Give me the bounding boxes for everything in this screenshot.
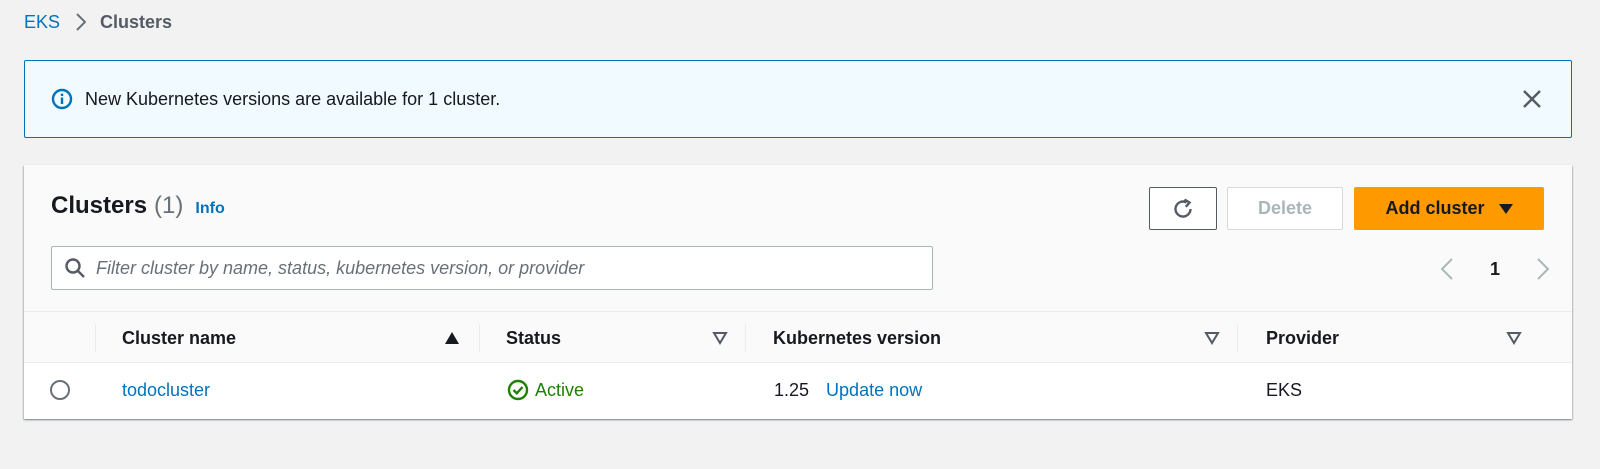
add-cluster-button[interactable]: Add cluster: [1354, 187, 1544, 230]
cluster-count: (1): [154, 192, 184, 219]
chevron-right-icon: [76, 13, 87, 31]
provider-cell: EKS: [1266, 363, 1302, 417]
page-title: Clusters: [51, 192, 148, 219]
search-input[interactable]: [96, 248, 932, 288]
column-label: Provider: [1266, 327, 1340, 348]
row-select-radio[interactable]: [50, 380, 70, 400]
column-label: Cluster name: [122, 327, 237, 348]
breadcrumb-current: Clusters: [100, 11, 173, 32]
pagination: 1: [1440, 251, 1550, 287]
update-now-link[interactable]: Update now: [826, 380, 922, 401]
column-header-cluster-name[interactable]: Cluster name: [122, 312, 236, 364]
breadcrumb-eks-link[interactable]: EKS: [24, 12, 60, 33]
chevron-left-icon[interactable]: [1440, 257, 1454, 281]
add-cluster-label: Add cluster: [1385, 198, 1485, 218]
refresh-button[interactable]: [1149, 187, 1217, 230]
column-header-status[interactable]: Status: [506, 312, 561, 364]
close-icon[interactable]: [1519, 86, 1545, 112]
clusters-table-container: Clusters (1) Info Delete Add cluster Fil…: [24, 165, 1572, 419]
panel-header: Clusters (1) Info: [51, 192, 225, 220]
cluster-name-cell: todocluster: [122, 363, 210, 417]
chevron-right-icon[interactable]: [1536, 257, 1550, 281]
info-link[interactable]: Info: [195, 200, 224, 218]
kubernetes-version-cell: 1.25 Update now: [774, 363, 922, 417]
column-header-kubernetes-version[interactable]: Kubernetes version: [773, 312, 941, 364]
sort-icon[interactable]: [712, 331, 728, 345]
flash-message: New Kubernetes versions are available fo…: [85, 88, 501, 109]
search-icon: [64, 257, 86, 279]
delete-button[interactable]: Delete: [1227, 187, 1343, 230]
cluster-name-link[interactable]: todocluster: [122, 380, 210, 401]
status-positive-icon: [507, 379, 529, 401]
version-text: 1.25: [774, 379, 810, 400]
page-number[interactable]: 1: [1490, 259, 1500, 280]
info-flashbar: New Kubernetes versions are available fo…: [24, 60, 1572, 138]
status-text: Active: [535, 379, 585, 400]
table-row[interactable]: todocluster Active 1.25 Update now EKS: [24, 363, 1572, 419]
sort-ascending-icon[interactable]: [444, 331, 460, 345]
column-label: Kubernetes version: [773, 327, 942, 348]
column-divider: [479, 324, 480, 352]
column-divider: [95, 324, 96, 352]
status-badge: Active: [507, 379, 584, 401]
refresh-icon: [1171, 197, 1195, 221]
info-circle-icon: [51, 88, 73, 110]
provider-text: EKS: [1266, 379, 1303, 400]
sort-icon[interactable]: [1506, 331, 1522, 345]
sort-icon[interactable]: [1204, 331, 1220, 345]
cluster-filter: [51, 246, 933, 290]
caret-down-icon: [1498, 203, 1513, 214]
column-label: Status: [506, 327, 562, 348]
column-divider: [745, 324, 746, 352]
status-cell: Active: [507, 363, 584, 417]
column-divider: [1237, 324, 1238, 352]
table-header: Cluster name Status Kubernetes version P…: [24, 311, 1572, 363]
column-header-provider[interactable]: Provider: [1266, 312, 1339, 364]
row-select-cell: [50, 363, 70, 417]
breadcrumb: EKS Clusters: [24, 10, 172, 34]
